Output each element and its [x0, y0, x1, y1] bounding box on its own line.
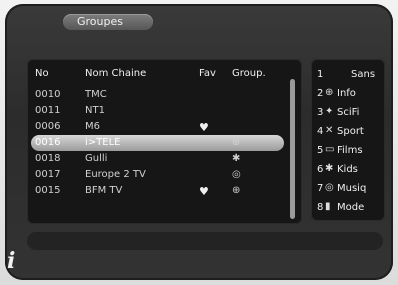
group-label: Info [337, 88, 356, 99]
col-fav: Fav [199, 68, 216, 79]
channel-number: 0006 [35, 121, 61, 132]
channel-row[interactable]: 0017 Europe 2 TV ◎ [27, 167, 302, 183]
group-item-sport[interactable]: 4 ✕ Sport [317, 125, 381, 140]
info-icon[interactable]: i [7, 248, 15, 274]
group-number: 6 [317, 164, 324, 175]
alien-icon: ✦ [325, 106, 334, 117]
group-number: 1 [317, 69, 324, 80]
channel-name: M6 [85, 121, 100, 132]
globe-icon: ⊕ [325, 87, 334, 98]
group-list: 1 Sans 2 ⊕ Info 3 ✦ SciFi 4 ✕ Sport 5 ▭ [311, 59, 385, 221]
group-label: Mode [337, 202, 365, 213]
group-item-sans[interactable]: 1 Sans [317, 69, 381, 83]
channel-name: TMC [85, 89, 107, 100]
runner-icon: ✕ [325, 125, 334, 136]
kids-icon: ✱ [325, 163, 334, 174]
heart-icon: ♥ [199, 185, 209, 198]
group-item-films[interactable]: 5 ▭ Films [317, 144, 381, 159]
groups-panel: Groupes No Nom Chaine Fav Group. 0010 TM… [5, 4, 393, 280]
group-label: Sans [351, 69, 376, 80]
channel-number: 0017 [35, 169, 61, 180]
col-name: Nom Chaine [85, 68, 147, 79]
channel-row[interactable]: 0006 M6 ♥ [27, 119, 302, 135]
group-label: Films [337, 145, 363, 156]
channel-number: 0011 [35, 105, 61, 116]
column-headers: No Nom Chaine Fav Group. [27, 68, 302, 82]
channel-row[interactable]: 0018 Gulli ✱ [27, 151, 302, 167]
channel-number: 0015 [35, 185, 61, 196]
group-item-mode[interactable]: 8 ▮ Mode [317, 201, 381, 216]
col-group: Group. [232, 68, 266, 79]
group-number: 4 [317, 126, 324, 137]
group-label: Musiq [337, 183, 367, 194]
kids-group-icon: ✱ [232, 153, 241, 164]
info-group-icon: ⊕ [232, 185, 241, 196]
channel-list: No Nom Chaine Fav Group. 0010 TMC 0011 N… [27, 59, 302, 224]
group-item-kids[interactable]: 6 ✱ Kids [317, 163, 381, 178]
channel-row[interactable]: 0010 TMC [27, 87, 302, 103]
group-label: SciFi [337, 107, 360, 118]
channel-name: NT1 [85, 105, 105, 116]
group-number: 2 [317, 88, 324, 99]
channel-row-selected[interactable]: 0016 i>TELE ⊕ [31, 135, 284, 151]
tv-screen: Groupes No Nom Chaine Fav Group. 0010 TM… [0, 0, 398, 285]
col-no: No [35, 68, 49, 79]
info-group-icon: ⊕ [232, 137, 241, 148]
group-item-info[interactable]: 2 ⊕ Info [317, 87, 381, 102]
favorite-icon: ♥ [199, 121, 209, 134]
music-group-icon: ◎ [232, 169, 241, 180]
headphones-icon: ◎ [325, 182, 334, 193]
channel-number: 0016 [35, 137, 61, 148]
channel-number: 0010 [35, 89, 61, 100]
channel-name: Gulli [85, 153, 108, 164]
fashion-icon: ▮ [325, 201, 331, 212]
group-number: 7 [317, 183, 324, 194]
group-item-musiq[interactable]: 7 ◎ Musiq [317, 182, 381, 197]
channel-name: BFM TV [85, 185, 123, 196]
group-label: Kids [337, 164, 358, 175]
page-title: Groupes [63, 14, 153, 30]
channel-rows: 0010 TMC 0011 NT1 0006 M6 ♥ 0016 i>TELE … [27, 87, 302, 199]
film-icon: ▭ [325, 144, 335, 155]
bottom-bar [27, 232, 383, 250]
channel-row[interactable]: 0015 BFM TV ♥ ⊕ [27, 183, 302, 199]
group-number: 5 [317, 145, 324, 156]
channel-name: Europe 2 TV [85, 169, 146, 180]
group-label: Sport [337, 126, 364, 137]
group-number: 8 [317, 202, 324, 213]
group-item-scifi[interactable]: 3 ✦ SciFi [317, 106, 381, 121]
channel-row[interactable]: 0011 NT1 [27, 103, 302, 119]
channel-number: 0018 [35, 153, 61, 164]
list-scrollbar[interactable] [290, 79, 295, 219]
channel-name: i>TELE [85, 137, 121, 148]
group-number: 3 [317, 107, 324, 118]
